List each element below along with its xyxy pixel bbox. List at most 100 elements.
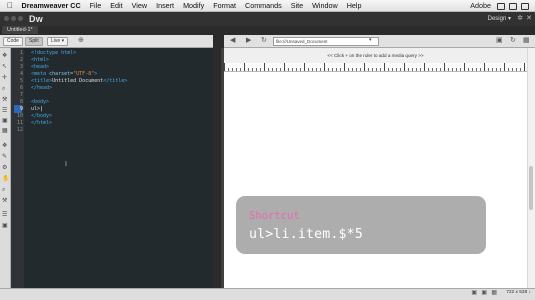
code-token: > <box>94 71 98 77</box>
code-line[interactable]: <html> <box>31 57 49 64</box>
menu-adobe[interactable]: Adobe <box>470 0 491 11</box>
window-zoom-button[interactable] <box>18 16 23 21</box>
code-token: <!doctype html> <box>31 50 77 56</box>
shortcut-code: ul>li.item.$*5 <box>249 227 363 242</box>
code-token: </html> <box>31 120 53 126</box>
close-icon[interactable]: ✕ <box>526 14 532 22</box>
status-menu-icon[interactable] <box>497 3 505 10</box>
refresh-icon[interactable]: ↻ <box>510 36 516 44</box>
line-number: 2 <box>19 57 23 63</box>
code-line[interactable]: </head> <box>31 85 52 92</box>
menu-window[interactable]: Window <box>308 0 343 11</box>
document-tab[interactable]: Untitled-1* <box>2 26 38 34</box>
menu-view[interactable]: View <box>127 0 151 11</box>
menu-modify[interactable]: Modify <box>179 0 209 11</box>
hand-icon[interactable]: ✋ <box>2 176 9 182</box>
code-token: </body> <box>31 113 53 119</box>
window-close-button[interactable] <box>4 16 9 21</box>
workspace-switcher[interactable]: Design ▾ <box>488 15 511 22</box>
chevron-down-icon[interactable]: ▾ <box>369 37 372 43</box>
status-menu-icon[interactable] <box>509 3 517 10</box>
window-minimize-button[interactable] <box>11 16 16 21</box>
mobile-size-icon[interactable]: ▣ <box>471 289 477 296</box>
code-line-current[interactable]: ul>| <box>31 106 43 113</box>
zoom-icon[interactable]: ⌕ <box>2 187 5 193</box>
menu-format[interactable]: Format <box>209 0 241 11</box>
code-token: <body> <box>31 99 50 105</box>
desktop-size-icon[interactable]: ▦ <box>491 289 497 296</box>
horizontal-ruler[interactable] <box>224 63 527 72</box>
box-icon[interactable]: ▣ <box>2 223 8 229</box>
code-line[interactable]: <!doctype html> <box>31 50 76 57</box>
gear-icon[interactable]: ⚙ <box>2 165 7 171</box>
refresh-icon[interactable]: ↻ <box>261 36 267 44</box>
menu-commands[interactable]: Commands <box>241 0 287 11</box>
menu-site[interactable]: Site <box>286 0 307 11</box>
line-number: 8 <box>19 99 23 105</box>
line-number: 3 <box>19 64 23 70</box>
tool-icon[interactable]: ⚒ <box>2 198 7 204</box>
select-icon[interactable]: ↖ <box>2 64 7 70</box>
live-label: Live <box>51 38 61 44</box>
code-line[interactable]: <body> <box>31 99 49 106</box>
menu-edit[interactable]: Edit <box>106 0 127 11</box>
move-icon[interactable]: ✛ <box>2 75 7 81</box>
code-token: <html> <box>31 57 50 63</box>
line-number: 6 <box>19 85 23 91</box>
layout-icon[interactable]: ▣ <box>496 36 503 44</box>
shortcut-label: Shortcut <box>249 210 300 222</box>
menu-file[interactable]: File <box>85 0 106 11</box>
code-line[interactable]: </html> <box>31 120 52 127</box>
code-line[interactable]: <title>Untitled Document</title> <box>31 78 127 85</box>
tool-icon[interactable]: ⚒ <box>2 97 7 103</box>
address-bar[interactable]: file:///Unsaved_Document <box>273 37 379 46</box>
shortcut-overlay <box>236 196 486 254</box>
open-documents-icon[interactable]: ❖ <box>2 53 7 59</box>
box-icon[interactable]: ▣ <box>2 118 8 124</box>
forward-icon[interactable]: ▶ <box>246 36 251 44</box>
line-number: 1 <box>19 50 23 56</box>
inspect-icon[interactable]: ⊕ <box>78 36 84 44</box>
code-token: <meta <box>31 71 50 77</box>
code-token: "UTF-8" <box>73 71 95 77</box>
dropper-icon[interactable]: ✎ <box>2 154 7 160</box>
window-size-readout[interactable]: 722 x 538 ↓ <box>506 290 531 295</box>
list-icon[interactable]: ☰ <box>2 108 7 114</box>
media-query-bar[interactable]: << Click + on the ruler to add a media q… <box>224 48 527 64</box>
workspace-label: Design <box>487 16 507 22</box>
split-view-button[interactable]: Split <box>25 37 43 46</box>
menu-insert[interactable]: Insert <box>152 0 179 11</box>
comment-icon[interactable]: ❖ <box>2 143 7 149</box>
sync-settings-icon[interactable]: ✲ <box>517 14 523 22</box>
menu-help[interactable]: Help <box>342 0 366 11</box>
code-token: <title> <box>31 78 53 84</box>
code-view-button[interactable]: Code <box>3 37 23 46</box>
text-cursor: | <box>40 106 44 112</box>
zoom-icon[interactable]: ⌕ <box>2 86 5 92</box>
live-view-button[interactable]: Live ▾ <box>47 37 69 46</box>
status-menu-icon[interactable] <box>521 3 529 10</box>
code-line[interactable]: <meta charset="UTF-8"> <box>31 71 97 78</box>
scrollbar-thumb[interactable] <box>529 166 533 210</box>
chevron-down-icon: ▾ <box>507 16 511 22</box>
grid-icon[interactable]: ▦ <box>2 128 8 134</box>
code-token: </head> <box>31 85 53 91</box>
code-token: Untitled Document <box>52 78 104 84</box>
dreamweaver-logo: Dw <box>29 14 43 24</box>
apple-menu-icon[interactable]:  <box>0 0 17 11</box>
line-number: 4 <box>19 71 23 77</box>
code-line[interactable]: </body> <box>31 113 52 120</box>
back-icon[interactable]: ◀ <box>230 36 235 44</box>
line-number: 11 <box>16 120 23 126</box>
code-token: ul> <box>31 106 41 112</box>
line-number: 7 <box>19 92 23 98</box>
line-number-current: 9 <box>19 106 23 112</box>
app-title-bar <box>0 12 535 26</box>
file-management-icon[interactable]: ▦ <box>523 36 530 44</box>
tablet-size-icon[interactable]: ▣ <box>481 289 487 296</box>
chevron-down-icon: ▾ <box>61 38 65 44</box>
menubar:  Dreamweaver CC File Edit View Insert M… <box>0 0 535 12</box>
list-icon[interactable]: ☰ <box>2 212 7 218</box>
code-line[interactable]: <head> <box>31 64 49 71</box>
menu-app-name[interactable]: Dreamweaver CC <box>17 0 85 11</box>
